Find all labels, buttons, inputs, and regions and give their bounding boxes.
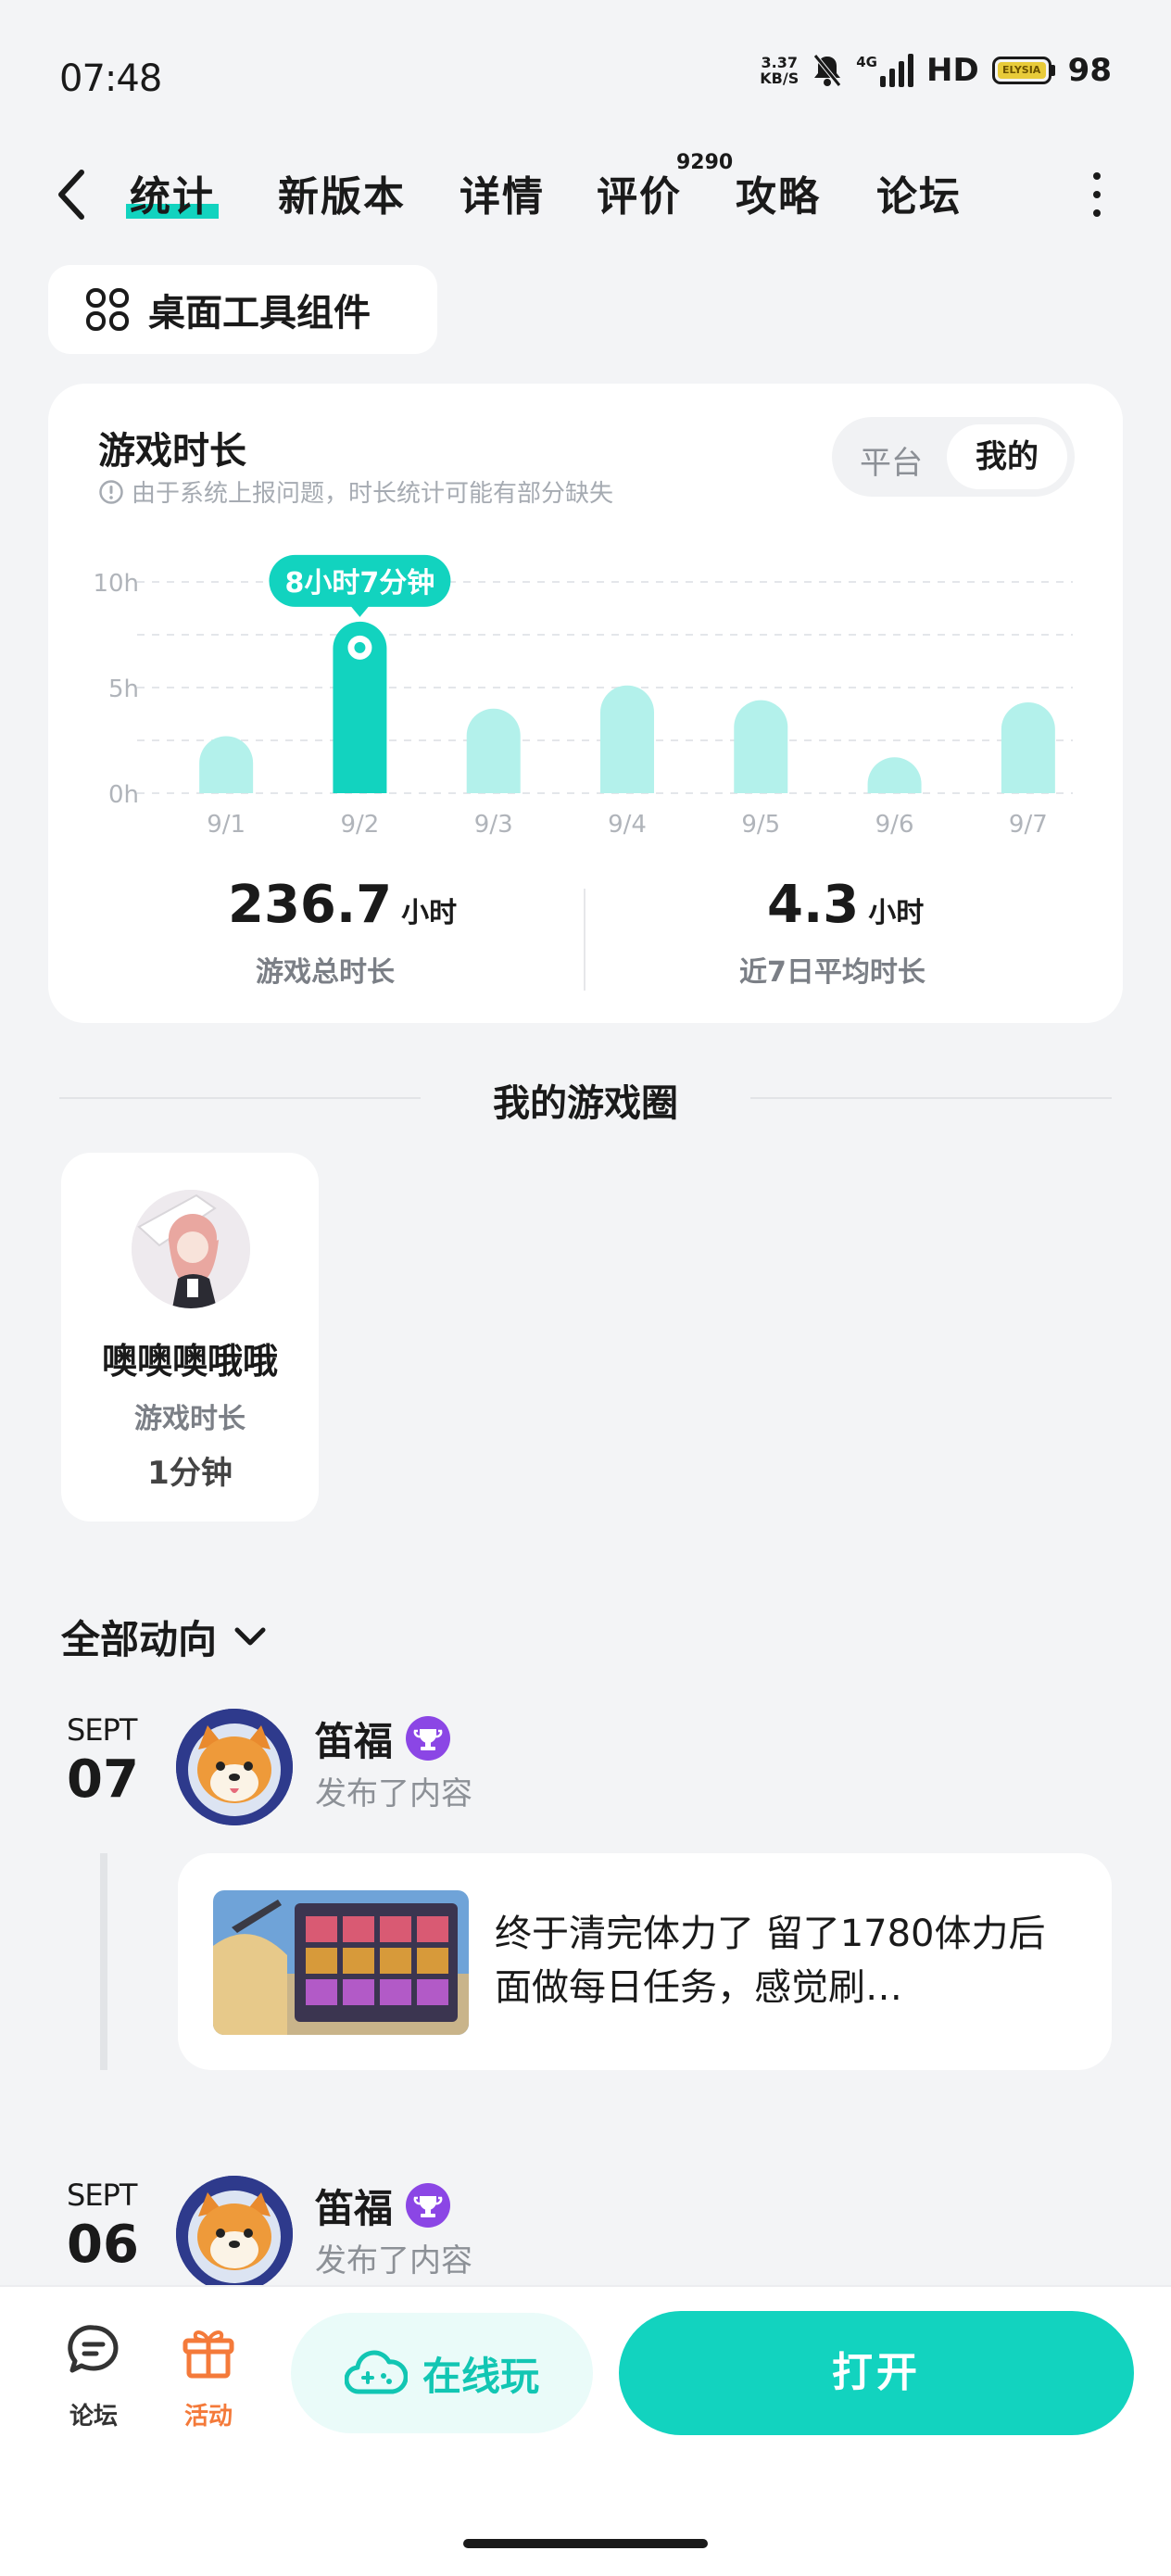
tooltip-pointer xyxy=(350,605,370,617)
friend-avatar xyxy=(132,1190,250,1308)
playtime-card: 游戏时长 由于系统上报问题，时长统计可能有部分缺失 平台 我的 10h 5h 0h 9… xyxy=(48,384,1123,1023)
friend-name: 噢噢噢哦哦 xyxy=(101,1341,278,1382)
highlight-marker-dot xyxy=(354,641,366,653)
user-avatar[interactable] xyxy=(176,2176,293,2292)
hd-indicator: HD xyxy=(925,52,979,89)
back-icon[interactable] xyxy=(54,167,91,222)
playtime-chart: 10h 5h 0h 9/1 9/2 8小时7分钟 9/3 9/4 9/5 9/6 9/7 xyxy=(93,554,1073,839)
x-tick-label: 9/2 xyxy=(341,811,380,839)
bar xyxy=(600,685,654,793)
status-bar: 07:48 3.37 KB/S 4G HD ELYSIA 98 xyxy=(0,0,1171,139)
post-month: SEPT xyxy=(67,2178,137,2213)
bottom-action-bar: 论坛 活动 在线玩 打开 xyxy=(0,2285,1171,2576)
total-playtime-label: 游戏总时长 xyxy=(256,956,395,989)
tab-reviews[interactable]: 评价 xyxy=(597,163,682,222)
review-count-badge: 9290 xyxy=(676,151,734,174)
bar xyxy=(1001,701,1055,793)
post-day: 06 xyxy=(67,2215,139,2275)
x-tick-label: 9/3 xyxy=(474,811,513,839)
status-icons: 3.37 KB/S 4G HD ELYSIA 98 xyxy=(760,52,1112,89)
post-day: 07 xyxy=(67,1749,139,1810)
bar xyxy=(199,736,254,793)
play-online-button[interactable]: 在线玩 xyxy=(291,2313,593,2433)
events-button[interactable]: 活动 xyxy=(167,2320,250,2431)
tab-details[interactable]: 详情 xyxy=(460,163,545,222)
desktop-widget-label: 桌面工具组件 xyxy=(148,292,371,335)
x-tick-label: 9/1 xyxy=(207,811,246,839)
cloud-gamepad-icon xyxy=(344,2350,408,2394)
total-playtime: 236.7 小时 xyxy=(228,875,458,935)
home-indicator[interactable] xyxy=(463,2539,708,2548)
friend-playtime-value: 1分钟 xyxy=(147,1455,233,1492)
bar xyxy=(734,700,788,793)
post-username[interactable]: 笛福 xyxy=(315,2178,393,2234)
avg-playtime: 4.3 小时 xyxy=(767,875,925,935)
avg-playtime-label: 近7日平均时长 xyxy=(739,956,925,989)
post-action: 发布了内容 xyxy=(315,1775,472,1812)
game-circle-title: 我的游戏圈 xyxy=(493,1082,678,1125)
post-username[interactable]: 笛福 xyxy=(315,1711,393,1767)
desktop-widget-button[interactable]: 桌面工具组件 xyxy=(48,265,437,354)
chevron-down-icon xyxy=(234,1627,266,1645)
y-tick-label: 10h xyxy=(93,570,139,598)
x-tick-label: 9/4 xyxy=(608,811,647,839)
forum-button[interactable]: 论坛 xyxy=(52,2320,135,2431)
tab-new-version[interactable]: 新版本 xyxy=(278,163,406,222)
tab-stats[interactable]: 统计 xyxy=(126,163,219,222)
more-options-icon[interactable] xyxy=(1090,172,1103,217)
y-tick-label: 5h xyxy=(108,676,139,703)
x-tick-label: 9/6 xyxy=(875,811,914,839)
stats-divider xyxy=(584,889,586,991)
network-speed: 3.37 KB/S xyxy=(760,54,800,87)
post-thumbnail[interactable] xyxy=(213,1890,469,2035)
friend-playtime-label: 游戏时长 xyxy=(134,1403,246,1435)
signal-icon: 4G xyxy=(856,54,913,87)
open-game-button[interactable]: 打开 xyxy=(619,2311,1134,2435)
post-month: SEPT xyxy=(67,1712,137,1748)
battery-level: 98 xyxy=(1067,52,1112,89)
trophy-badge-icon xyxy=(406,2183,450,2228)
battery-icon: ELYSIA xyxy=(991,57,1055,84)
y-tick-label: 0h xyxy=(108,781,139,809)
x-tick-label: 9/7 xyxy=(1009,811,1048,839)
friend-card[interactable]: 噢噢噢哦哦 游戏时长 1分钟 xyxy=(61,1153,319,1522)
tab-forum[interactable]: 论坛 xyxy=(876,163,962,222)
post-card[interactable]: 终于清完体力了 留了1780体力后面做每日任务，感觉刷… xyxy=(178,1853,1112,2070)
post-action: 发布了内容 xyxy=(315,2242,472,2279)
bar xyxy=(867,757,922,793)
user-avatar[interactable] xyxy=(176,1709,293,1825)
forum-chat-icon xyxy=(68,2325,119,2373)
gift-icon xyxy=(183,2330,234,2379)
mute-bell-icon xyxy=(813,54,842,87)
tab-guides[interactable]: 攻略 xyxy=(736,163,821,222)
x-tick-label: 9/5 xyxy=(741,811,780,839)
post-text: 终于清完体力了 留了1780体力后面做每日任务，感觉刷… xyxy=(495,1913,1046,2009)
tooltip-label: 8小时7分钟 xyxy=(285,567,435,600)
bar xyxy=(466,708,521,793)
trophy-badge-icon xyxy=(406,1716,450,1761)
clock: 07:48 xyxy=(59,57,162,100)
widget-grid-icon xyxy=(86,288,129,331)
timeline-line xyxy=(100,1853,107,2070)
feed-filter-dropdown[interactable]: 全部动向 xyxy=(61,1609,269,1665)
